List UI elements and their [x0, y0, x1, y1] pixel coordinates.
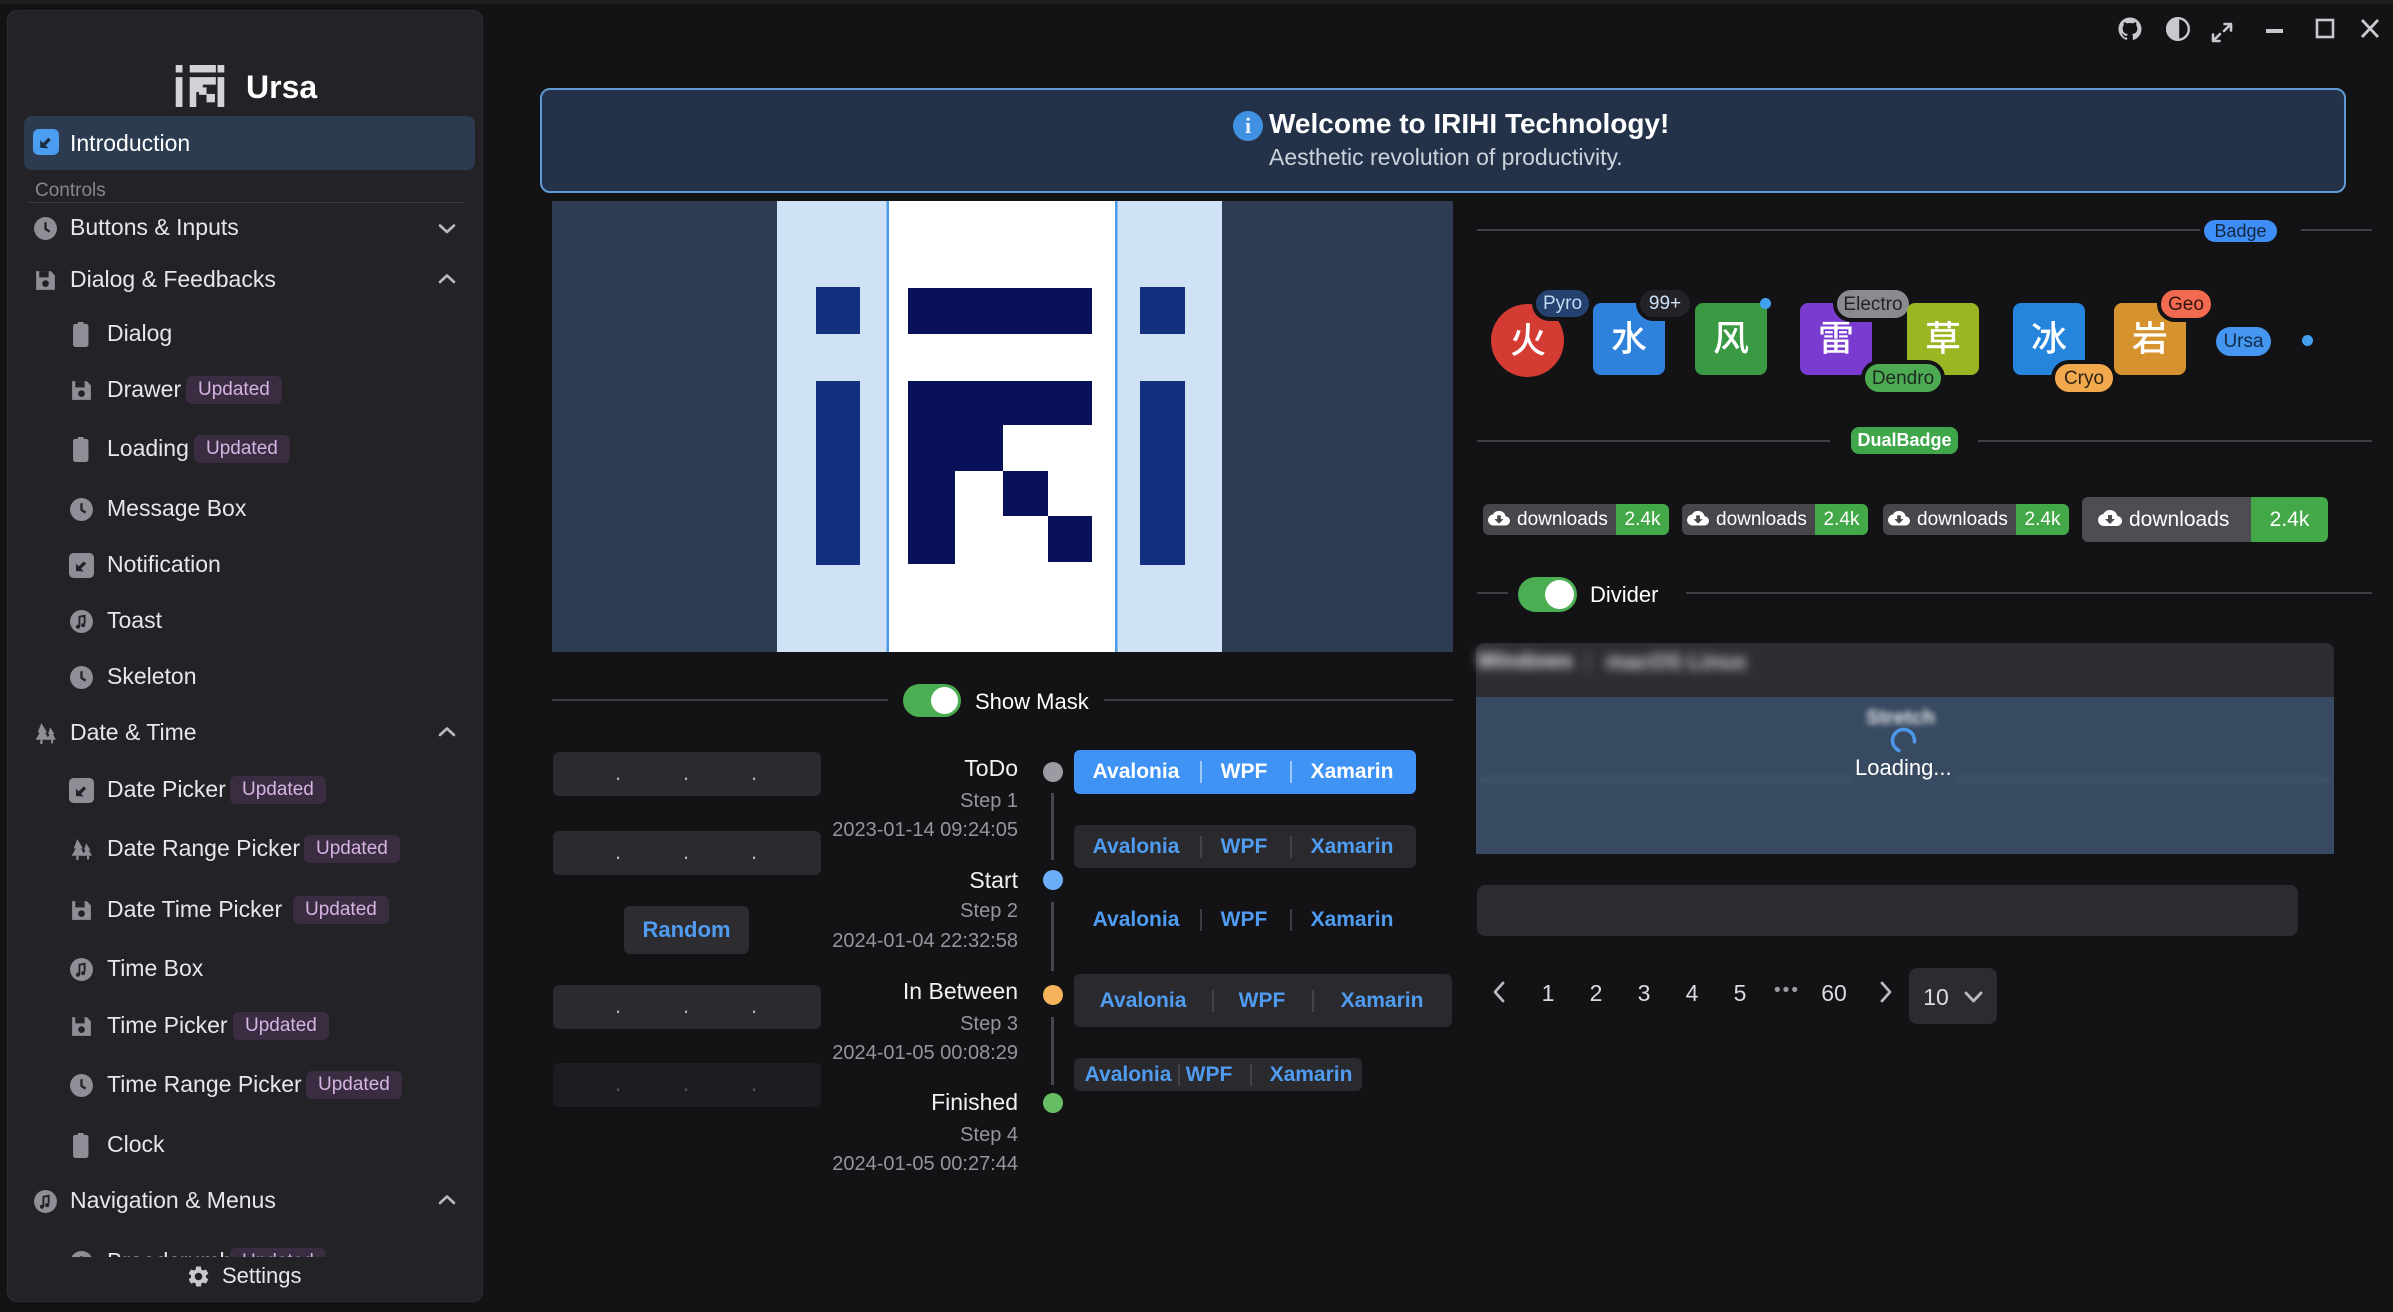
svg-text:i: i: [1245, 113, 1251, 138]
